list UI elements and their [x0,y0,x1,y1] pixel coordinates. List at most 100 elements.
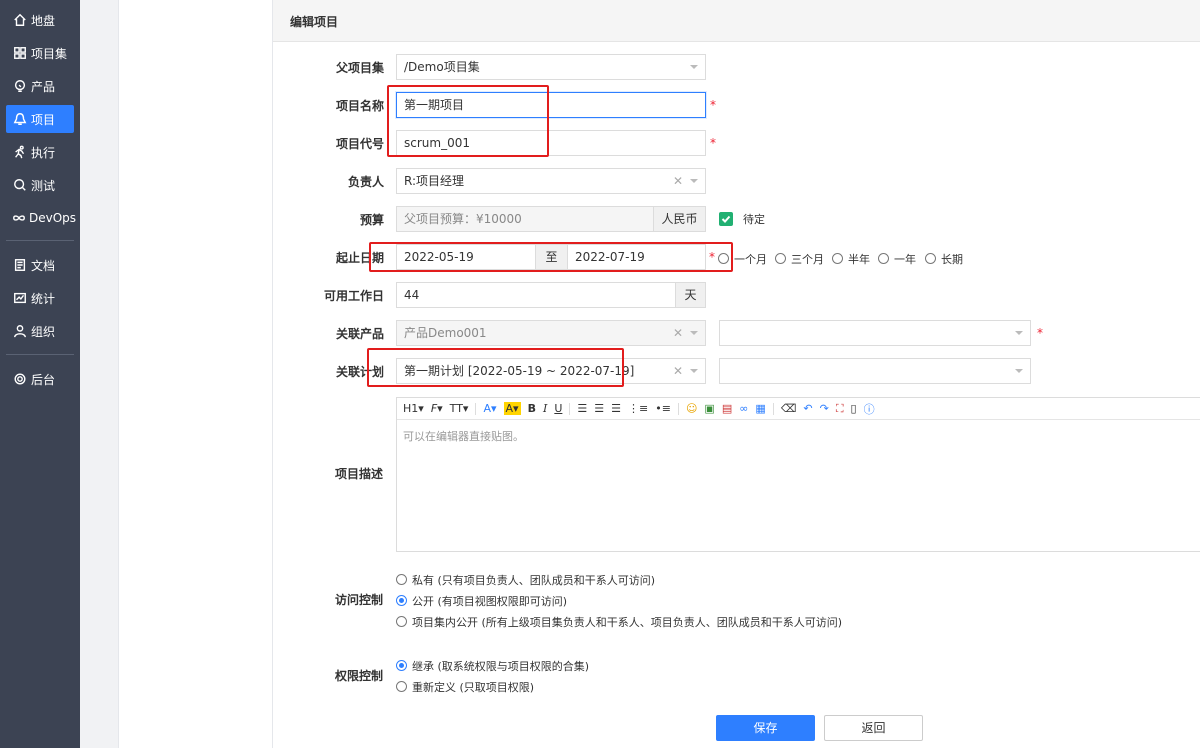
doc-icon [12,257,28,273]
nav-item-devops[interactable]: DevOps [6,204,77,232]
help-icon[interactable]: ⓘ [864,401,875,417]
access-option-program[interactable]: 项目集内公开 (所有上级项目集负责人和干系人、项目负责人、团队成员和干系人可访问… [396,614,842,630]
plan-select[interactable]: 第一期计划 [2022-05-19 ~ 2022-07-19] ✕ [396,358,706,384]
nav-item-program[interactable]: 项目集 [6,39,74,67]
radio-icon [396,681,407,692]
clear-icon[interactable]: ✕ [673,169,683,193]
option-label: 一年 [894,253,916,266]
acl-option-extend[interactable]: 继承 (取系统权限与项目权限的合集) [396,658,589,674]
owner-select[interactable]: R:项目经理 ✕ [396,168,706,194]
product-row: 关联产品 产品Demo001 ✕ * [273,320,1200,348]
ordered-list-icon[interactable]: ⋮≡ [628,402,648,415]
link-icon[interactable]: ∞ [739,402,748,415]
align-center-icon[interactable]: ☰ [594,402,604,415]
field-label: 预算 [359,213,384,227]
clear-icon[interactable]: ✕ [673,321,683,345]
heading-button[interactable]: H1▾ [403,402,424,415]
font-color-button[interactable]: A▾ [483,402,496,415]
nav-label: 地盘 [31,13,56,28]
duration-option[interactable]: 半年 [832,251,870,267]
description-editor[interactable]: H1▾ F▾ TT▾ A▾ A▾ B I U ☰ ☰ ☰ ⋮≡ •≡ ☺ ▣ ▤… [396,397,1200,552]
option-label: 项目集内公开 (所有上级项目集负责人和干系人、项目负责人、团队成员和干系人可访问… [412,616,843,629]
product-branch-select[interactable] [719,320,1031,346]
nav-item-admin[interactable]: 后台 [6,365,74,393]
code-icon[interactable]: ▤ [722,402,732,415]
bold-button[interactable]: B [528,402,536,415]
font-family-button[interactable]: F▾ [431,402,443,415]
nav-label: DevOps [29,211,77,225]
radio-icon [925,253,936,264]
project-name-input[interactable]: 第一期项目 [396,92,706,118]
option-label: 私有 (只有项目负责人、团队成员和干系人可访问) [412,574,656,587]
tbd-label: 待定 [743,213,765,226]
source-icon[interactable]: ▯ [851,402,857,415]
product-select[interactable]: 产品Demo001 ✕ [396,320,706,346]
nav-item-stats[interactable]: 统计 [6,284,74,312]
nav-item-dashboard[interactable]: 地盘 [6,6,74,34]
duration-option[interactable]: 长期 [925,251,963,267]
field-label: 权限控制 [334,669,383,683]
clear-icon[interactable]: ✕ [673,359,683,383]
toolbar-divider [677,402,679,415]
nav-item-test[interactable]: 测试 [6,171,74,199]
input-value: scrum_001 [404,136,470,150]
image-icon[interactable]: ▣ [704,402,714,415]
chevron-down-icon [690,65,698,69]
save-button[interactable]: 保存 [716,715,815,741]
nav-item-doc[interactable]: 文档 [6,251,74,279]
underline-button[interactable]: U [554,402,562,415]
italic-button[interactable]: I [543,402,547,415]
align-left-icon[interactable]: ☰ [577,402,587,415]
owner-row: 负责人 R:项目经理 ✕ [273,168,1200,196]
workdays-input[interactable]: 44 [396,282,676,308]
access-option-public[interactable]: 公开 (有项目视图权限即可访问) [396,593,567,609]
nav-label: 执行 [31,145,56,160]
option-label: 重新定义 (只取项目权限) [412,681,535,694]
tbd-checkbox[interactable] [719,212,733,226]
radio-icon [832,253,843,264]
option-label: 公开 (有项目视图权限即可访问) [412,595,568,608]
table-icon[interactable]: ▦ [755,402,765,415]
eraser-icon[interactable]: ⌫ [781,402,797,415]
project-code-input[interactable]: scrum_001 [396,130,706,156]
nav-item-org[interactable]: 组织 [6,317,74,345]
begin-date-input[interactable]: 2022-05-19 [396,244,536,270]
budget-unit: 人民币 [653,206,706,232]
duration-option[interactable]: 一个月 [718,251,767,267]
home-icon [12,12,28,28]
parent-program-select[interactable]: /Demo项目集 [396,54,706,80]
nav-divider [6,354,74,355]
emoji-icon[interactable]: ☺ [686,402,697,415]
field-label: 可用工作日 [323,289,384,303]
user-icon [12,323,28,339]
budget-input[interactable]: 父项目预算：¥10000 [396,206,654,232]
infinity-icon [12,210,26,226]
align-right-icon[interactable]: ☰ [611,402,621,415]
nav-label: 文档 [31,258,56,273]
redo-icon[interactable]: ↷ [820,402,829,415]
fullscreen-icon[interactable]: ⛶ [836,402,844,416]
bullet-list-icon[interactable]: •≡ [655,402,671,415]
undo-icon[interactable]: ↶ [803,402,812,415]
toolbar-divider [475,402,477,415]
nav-item-execution[interactable]: 执行 [6,138,74,166]
field-label: 关联产品 [335,327,384,341]
run-icon [12,144,28,160]
nav-item-project[interactable]: 项目 [6,105,74,133]
acl-option-reset[interactable]: 重新定义 (只取项目权限) [396,679,534,695]
end-date-input[interactable]: 2022-07-19 [567,244,706,270]
required-mark: * [710,98,716,112]
plan-extra-select[interactable] [719,358,1031,384]
input-value: 44 [404,288,420,302]
field-label: 负责人 [347,175,384,189]
highlight-button[interactable]: A▾ [503,402,521,415]
nav-item-product[interactable]: 产品 [6,72,74,100]
radio-icon [878,253,889,264]
access-option-private[interactable]: 私有 (只有项目负责人、团队成员和干系人可访问) [396,572,655,588]
side-panel [118,0,273,748]
duration-option[interactable]: 一年 [878,251,916,267]
field-label: 项目代号 [335,137,384,151]
duration-option[interactable]: 三个月 [775,251,824,267]
back-button[interactable]: 返回 [824,715,923,741]
font-size-button[interactable]: TT▾ [450,402,469,415]
